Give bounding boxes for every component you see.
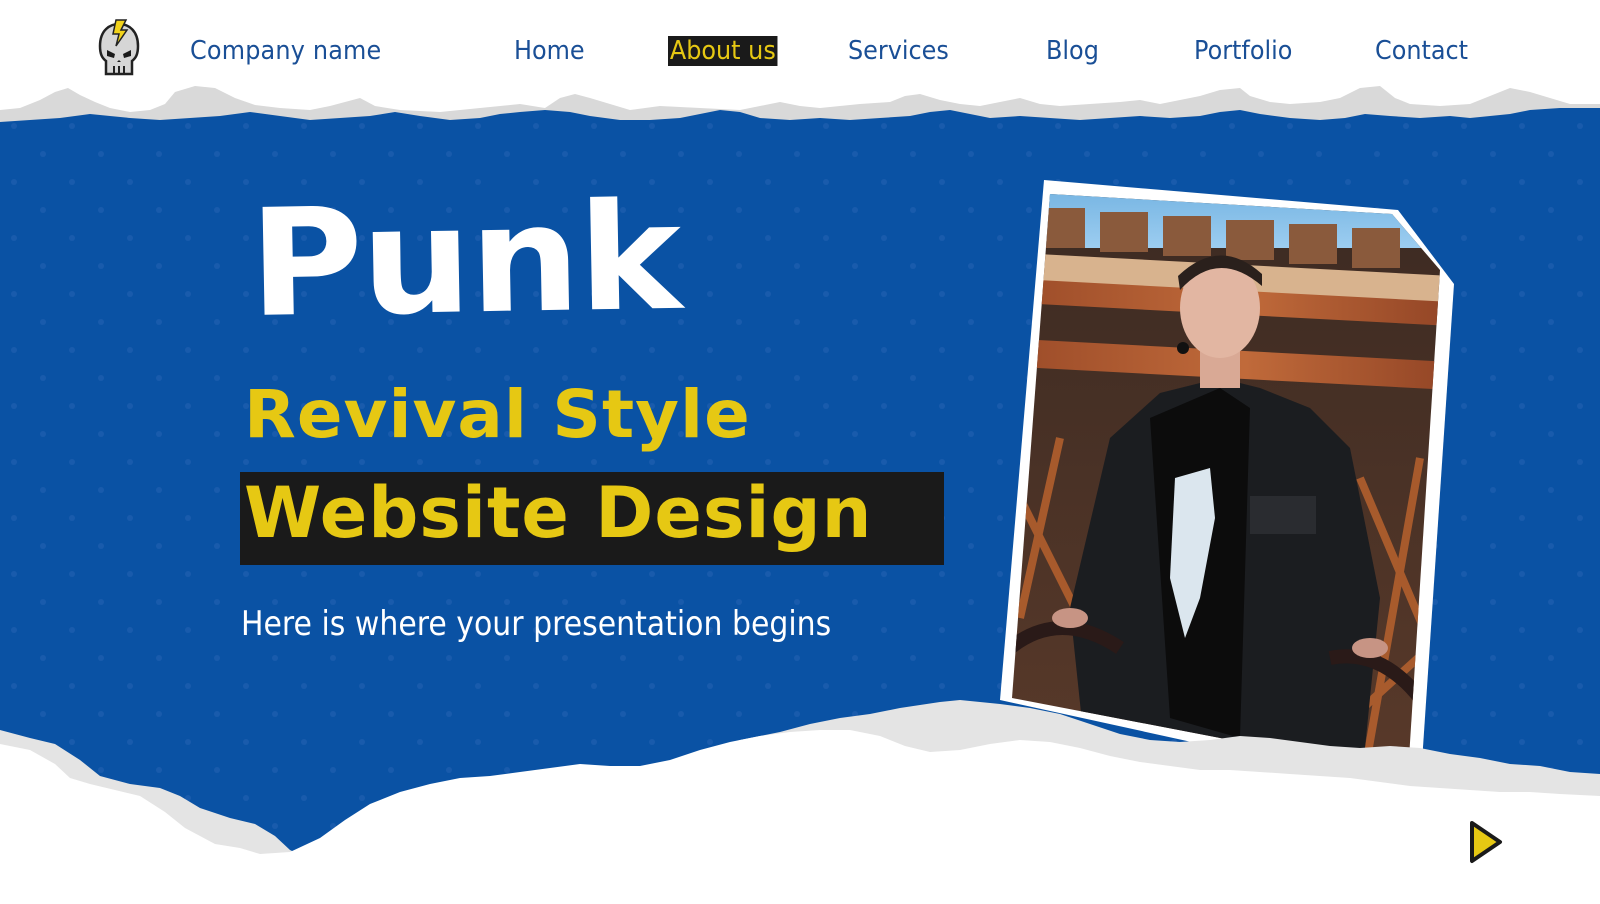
hero-title-revival-style: Revival Style: [244, 376, 751, 453]
hero-subtitle: Here is where your presentation begins: [241, 604, 832, 644]
nav-contact[interactable]: Contact: [1375, 36, 1468, 66]
nav-about-us[interactable]: About us: [668, 36, 778, 66]
company-name[interactable]: Company name: [190, 36, 381, 66]
nav-portfolio[interactable]: Portfolio: [1194, 36, 1292, 66]
site-header: Company name Home About us Services Blog…: [0, 0, 1600, 100]
nav-blog[interactable]: Blog: [1046, 36, 1099, 66]
torn-paper-bottom: [0, 680, 1600, 900]
hero-title-website-design: Website Design: [244, 472, 873, 554]
hero-title-punk: Punk: [247, 170, 681, 350]
skull-lightning-icon[interactable]: [92, 16, 144, 84]
nav-services[interactable]: Services: [848, 36, 949, 66]
nav-home[interactable]: Home: [514, 36, 585, 66]
play-triangle-icon[interactable]: [1466, 819, 1506, 865]
